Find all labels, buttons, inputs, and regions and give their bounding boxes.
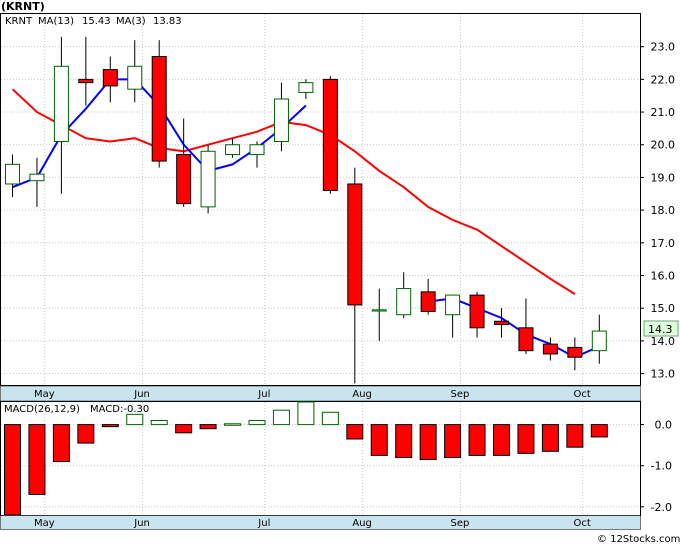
macd-tick-label: -1.0 <box>651 460 672 473</box>
macd-bar-positive <box>224 423 242 426</box>
month-label-top: Aug <box>352 389 372 400</box>
month-label-bottom: May <box>34 518 55 529</box>
candle-down <box>494 320 509 326</box>
legend-ticker: KRNT <box>5 16 33 27</box>
price-tick-label: 14.0 <box>651 335 676 348</box>
month-label-bottom: Aug <box>352 518 372 529</box>
price-tick-label: 19.0 <box>651 171 676 184</box>
price-panel: 23.0 22.0 21.0 20.0 19.0 18.0 17.0 16.0 15.0 14.0… <box>0 0 679 386</box>
month-label-bottom: Jul <box>257 518 270 529</box>
candle-up <box>396 288 412 316</box>
candle-up <box>225 144 241 156</box>
price-tick-label: 17.0 <box>651 237 676 250</box>
macd-bar-negative <box>541 424 559 452</box>
macd-bar-negative <box>566 424 584 448</box>
month-band-top-bg <box>0 385 641 402</box>
watermark-copyright: © 12Stocks.com <box>597 534 680 545</box>
month-band-bottom-bg <box>0 515 641 530</box>
candle-down <box>78 78 94 84</box>
macd-bar-negative <box>370 424 388 456</box>
price-tick-label: 16.0 <box>651 269 676 282</box>
month-label-top: May <box>34 389 55 400</box>
macd-bar-negative <box>444 424 462 458</box>
price-tick-label: 21.0 <box>651 106 676 119</box>
candle-up <box>273 98 289 142</box>
legend-ma3-name: MA(3) <box>116 16 146 27</box>
legend-ma13-value: 15.43 <box>82 16 111 27</box>
macd-bar-negative <box>52 424 70 463</box>
macd-bar-positive <box>297 401 315 426</box>
month-label-bottom: Sep <box>451 518 470 529</box>
macd-bar-negative <box>493 424 510 456</box>
candle-down <box>151 55 167 162</box>
price-plot-frame <box>0 13 641 386</box>
macd-bar-negative <box>101 424 119 428</box>
month-band-bottom: May Jun Jul Aug Sep Oct <box>0 515 641 530</box>
month-label-top: Jun <box>133 389 150 400</box>
candle-down <box>469 294 485 329</box>
macd-bar-negative <box>419 424 437 461</box>
candle-up <box>200 150 216 208</box>
macd-legend-title: MACD(26,12,9) <box>4 404 80 415</box>
candle-down <box>567 346 583 358</box>
candle-up <box>53 65 69 142</box>
macd-legend: MACD(26,12,9) MACD:-0.30 <box>4 404 149 415</box>
macd-legend-value: MACD:-0.30 <box>90 404 149 415</box>
candle-up <box>5 163 20 185</box>
candle-down <box>102 69 118 87</box>
price-tick-label: 15.0 <box>651 302 676 315</box>
candle-down <box>322 78 338 192</box>
candle-up <box>127 65 143 90</box>
macd-bar-negative <box>590 424 608 438</box>
legend-ma13-name: MA(13) <box>38 16 74 27</box>
candle-up <box>371 309 387 312</box>
macd-bar-positive <box>321 411 339 426</box>
candle-up <box>591 330 607 352</box>
month-label-top: Jul <box>257 389 270 400</box>
chart-title: (KRNT) <box>1 0 45 13</box>
month-label-top: Oct <box>574 389 591 400</box>
macd-bar-positive <box>150 419 168 426</box>
macd-bar-negative <box>395 424 413 458</box>
candle-up <box>298 82 314 93</box>
price-tick-label: 20.0 <box>651 139 676 152</box>
candle-up <box>29 173 45 182</box>
macd-bar-negative <box>517 424 535 454</box>
month-label-bottom: Jun <box>133 518 150 529</box>
stock-chart: 23.0 22.0 21.0 20.0 19.0 18.0 17.0 16.0 15.0 14.0… <box>0 0 680 546</box>
macd-tick-label: 0.0 <box>655 419 673 432</box>
price-tick-label: 23.0 <box>651 41 676 54</box>
candle-up <box>445 294 461 316</box>
macd-bar-negative <box>199 424 217 430</box>
candle-down <box>420 291 436 312</box>
macd-plot-frame <box>0 401 641 516</box>
macd-bar-negative <box>175 424 193 434</box>
price-tick-label: 13.0 <box>651 368 676 381</box>
macd-panel: 0.0 -1.0 -2.0 MACD(26,12,9) MACD:-0.30 <box>0 401 673 516</box>
macd-bar-positive <box>248 419 266 426</box>
price-tick-label: 22.0 <box>651 73 676 86</box>
legend-ma3-value: 13.83 <box>153 16 182 27</box>
month-label-bottom: Oct <box>574 518 591 529</box>
macd-bar-positive <box>126 413 144 426</box>
last-price-badge: 14.3 <box>643 320 679 337</box>
macd-bar-negative <box>346 424 364 440</box>
macd-bar-negative <box>28 424 46 495</box>
macd-tick-label: -2.0 <box>651 501 672 514</box>
candle-down <box>176 154 192 205</box>
candle-down <box>542 343 558 355</box>
month-label-top: Sep <box>451 389 470 400</box>
month-band-top: May Jun Jul Aug Sep Oct <box>0 385 641 402</box>
macd-bar-negative <box>468 424 486 456</box>
last-price-value: 14.3 <box>648 323 673 336</box>
macd-bar-positive <box>272 409 290 426</box>
candle-up <box>249 144 265 156</box>
price-tick-label: 18.0 <box>651 204 676 217</box>
candle-down <box>347 183 363 306</box>
macd-bar-negative <box>4 424 21 516</box>
candle-down <box>518 327 534 352</box>
macd-bar-negative <box>77 424 95 444</box>
